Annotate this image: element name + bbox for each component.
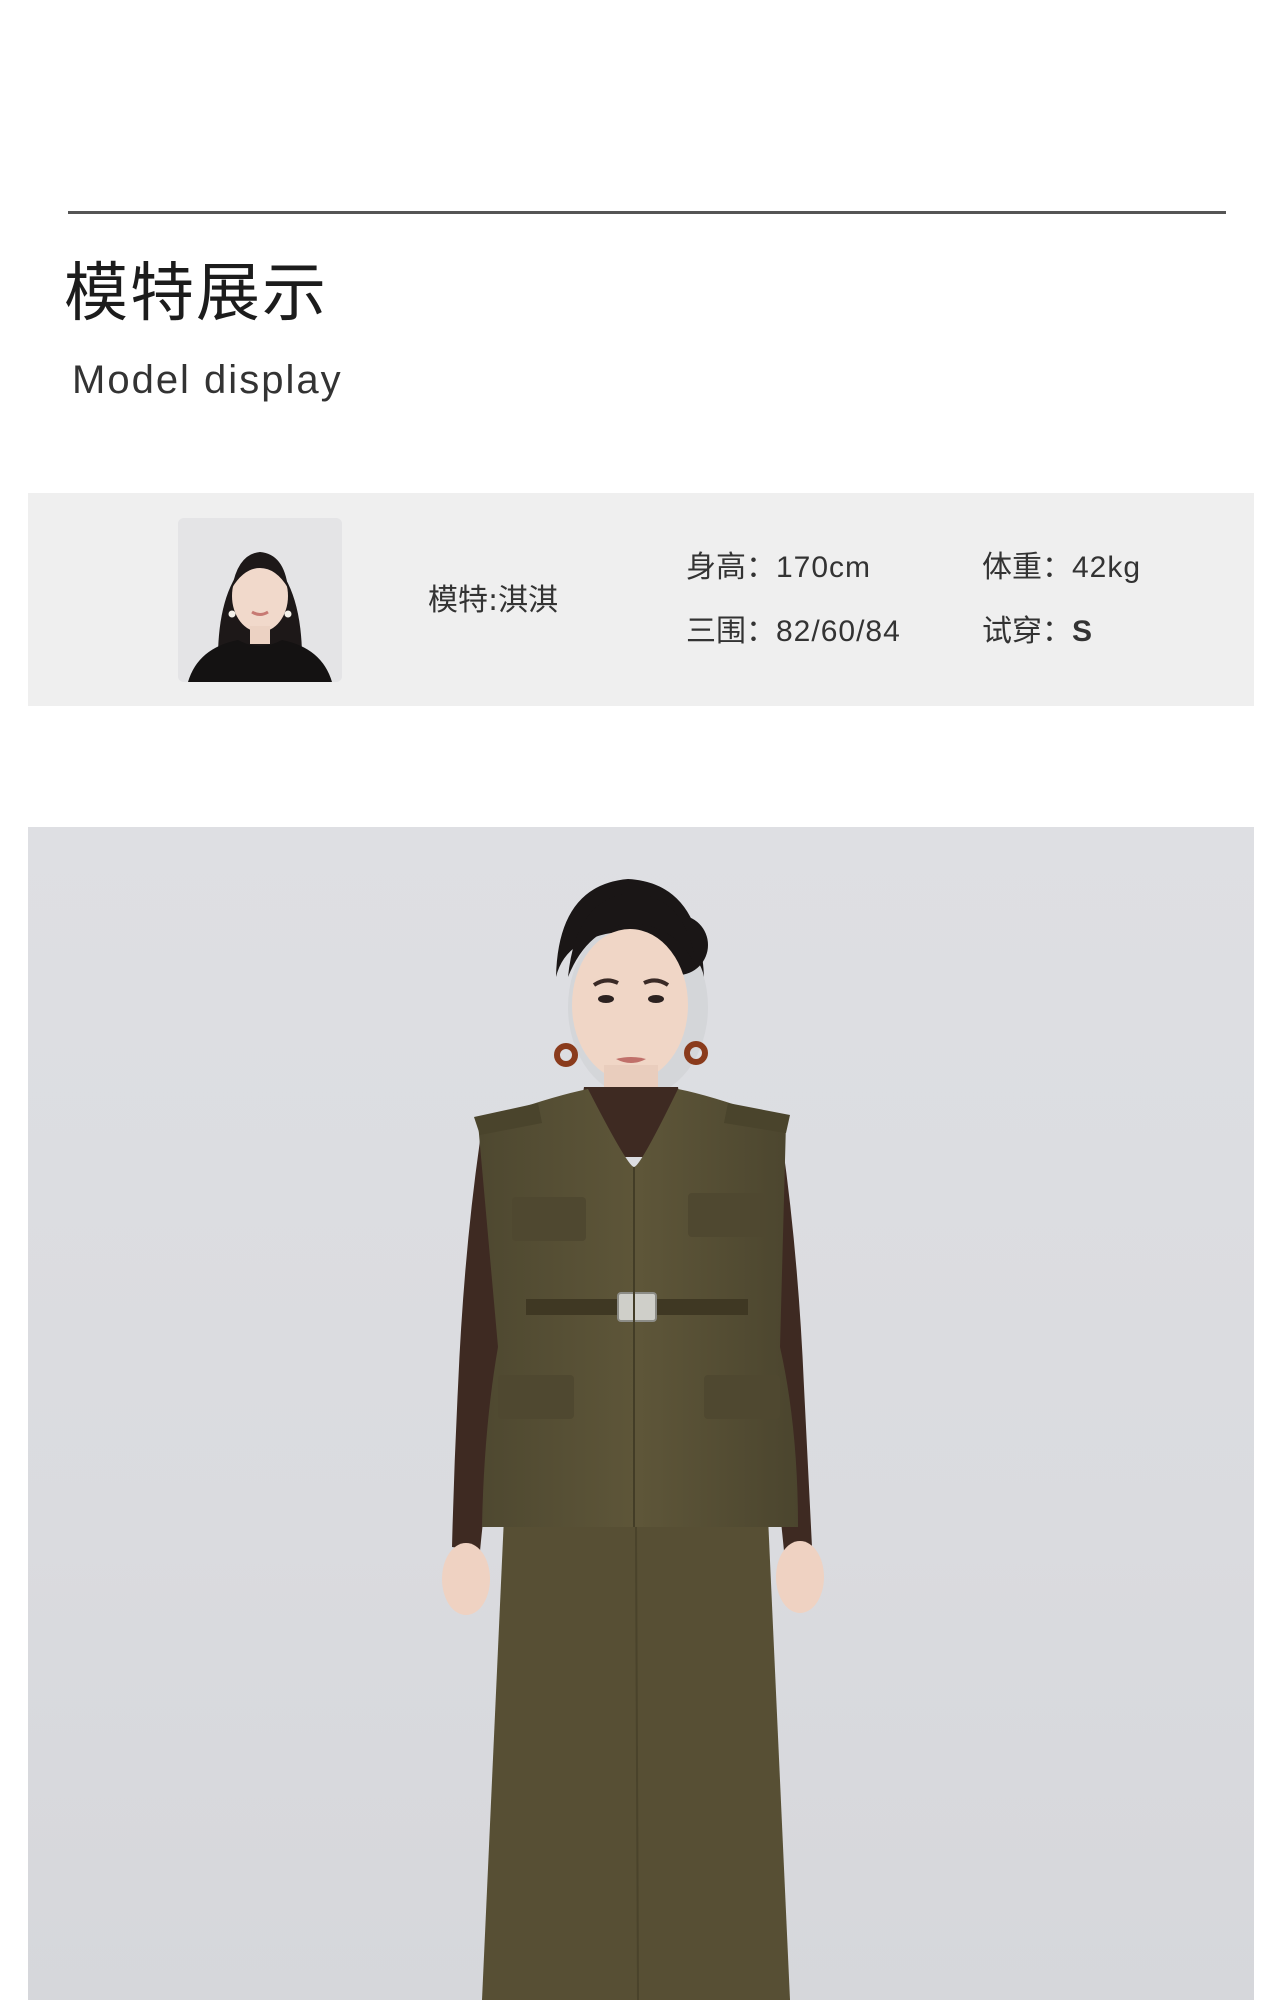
section-divider [68, 211, 1226, 214]
measurements-value: 82/60/84 [776, 615, 901, 648]
section-subtitle: Model display [72, 358, 343, 402]
model-avatar [178, 518, 342, 682]
height-label: 身高： [686, 550, 776, 585]
weight-spec: 体重：42kg [982, 550, 1141, 586]
weight-value: 42kg [1072, 551, 1142, 584]
height-value: 170cm [776, 551, 872, 584]
model-info-bar: 模特:淇淇 身高：170cm 体重：42kg 三围：82/60/84 试穿：S [28, 493, 1254, 706]
size-spec: 试穿：S [982, 614, 1093, 650]
height-spec: 身高：170cm [686, 550, 871, 586]
measurements-label: 三围： [686, 614, 776, 649]
model-name: 模特:淇淇 [428, 583, 559, 618]
model-photo [28, 827, 1254, 2000]
weight-label: 体重： [982, 550, 1072, 585]
size-value: S [1072, 615, 1094, 648]
section-title: 模特展示 [64, 257, 328, 331]
size-label: 试穿： [982, 614, 1072, 649]
measurements-spec: 三围：82/60/84 [686, 614, 901, 650]
